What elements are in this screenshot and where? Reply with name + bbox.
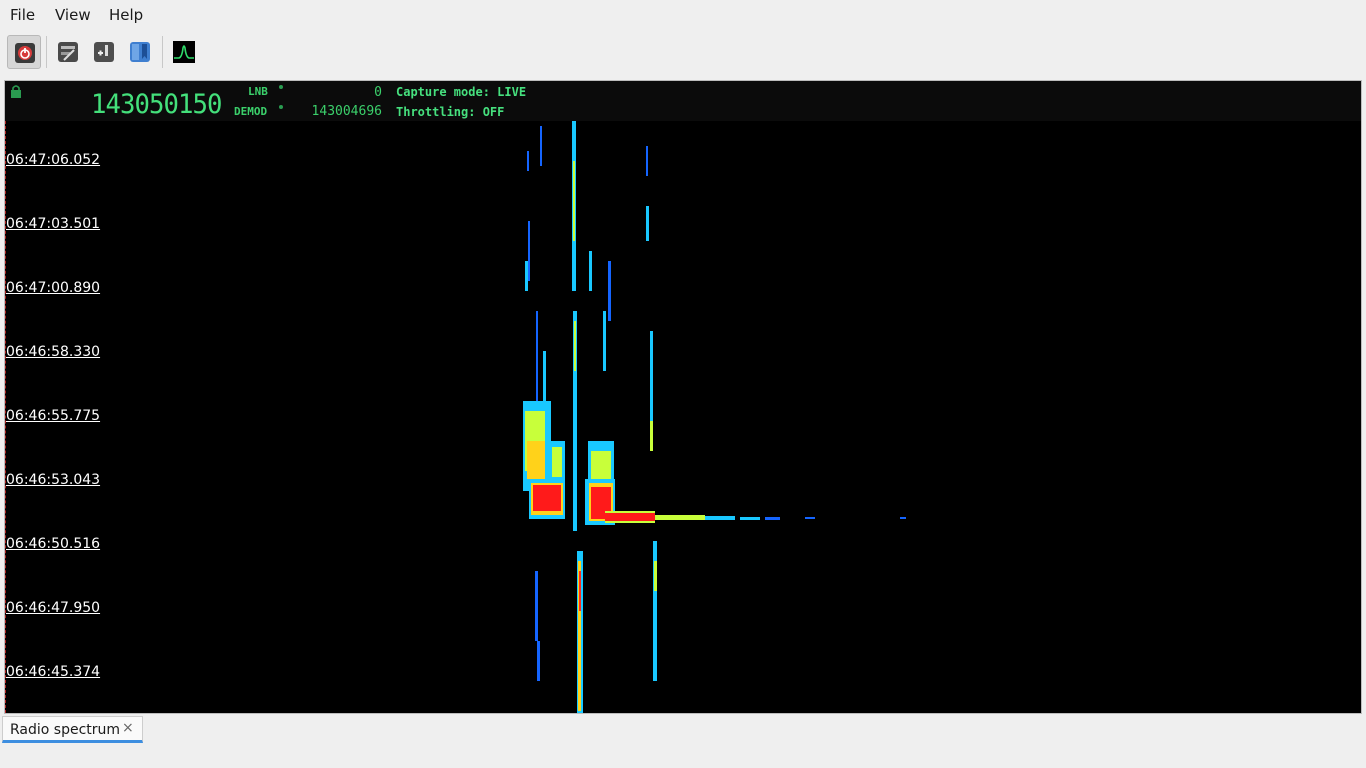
frequency-header: 143050150 LNB 0 DEMOD 143004696 Capture … [5, 81, 1361, 121]
lnb-label: LNB [248, 85, 268, 98]
power-icon [15, 43, 35, 63]
spectrum-button[interactable] [167, 35, 201, 69]
signal-traces [523, 121, 906, 713]
lnb-lock-icon[interactable] [279, 85, 283, 89]
tab-bar: Radio spectrum × [0, 716, 1366, 768]
tab-radio-spectrum[interactable]: Radio spectrum × [2, 716, 143, 743]
power-button[interactable] [7, 35, 41, 69]
lnb-value[interactable]: 0 [335, 85, 382, 100]
spectrum-panel: 143050150 LNB 0 DEMOD 143004696 Capture … [4, 80, 1362, 714]
capture-mode: Capture mode: LIVE [396, 85, 527, 99]
toolbar [0, 32, 1366, 74]
timestamp-label: 06:47:06.052 [6, 152, 101, 168]
lock-icon[interactable] [10, 84, 22, 98]
settings-icon [58, 42, 78, 62]
toolbar-separator [162, 36, 163, 68]
spectrum-icon [173, 41, 195, 63]
demod-label: DEMOD [234, 105, 268, 118]
waterfall-image [523, 121, 906, 713]
close-icon[interactable]: × [122, 720, 134, 736]
menu-bar: File View Help [0, 0, 1366, 30]
import-button[interactable] [87, 35, 121, 69]
settings-button[interactable] [51, 35, 85, 69]
timestamp-label: 06:46:55.775 [6, 408, 101, 424]
bookmark-icon [130, 42, 150, 62]
timestamp-label: 06:46:50.516 [6, 536, 101, 552]
demod-value[interactable]: 143004696 [305, 104, 382, 119]
throttling-status: Throttling: OFF [396, 105, 505, 119]
tab-label: Radio spectrum [10, 722, 121, 738]
waterfall-display[interactable]: 06:47:06.052 06:47:03.501 06:47:00.890 0… [5, 121, 1361, 713]
timestamp-label: 06:46:45.374 [6, 664, 101, 680]
menu-help[interactable]: Help [109, 6, 143, 24]
timestamp-label: 06:46:58.330 [6, 344, 101, 360]
bookmark-button[interactable] [123, 35, 157, 69]
menu-file[interactable]: File [10, 6, 35, 24]
demod-lock-icon[interactable] [279, 105, 283, 109]
import-icon [94, 42, 114, 62]
timestamp-label: 06:47:00.890 [6, 280, 101, 296]
main-frequency[interactable]: 143050150 [91, 89, 222, 120]
timestamp-label: 06:46:47.950 [6, 600, 101, 616]
timestamp-label: 06:47:03.501 [6, 216, 101, 232]
timestamp-label: 06:46:53.043 [6, 472, 101, 488]
toolbar-separator [46, 36, 47, 68]
menu-view[interactable]: View [55, 6, 91, 24]
